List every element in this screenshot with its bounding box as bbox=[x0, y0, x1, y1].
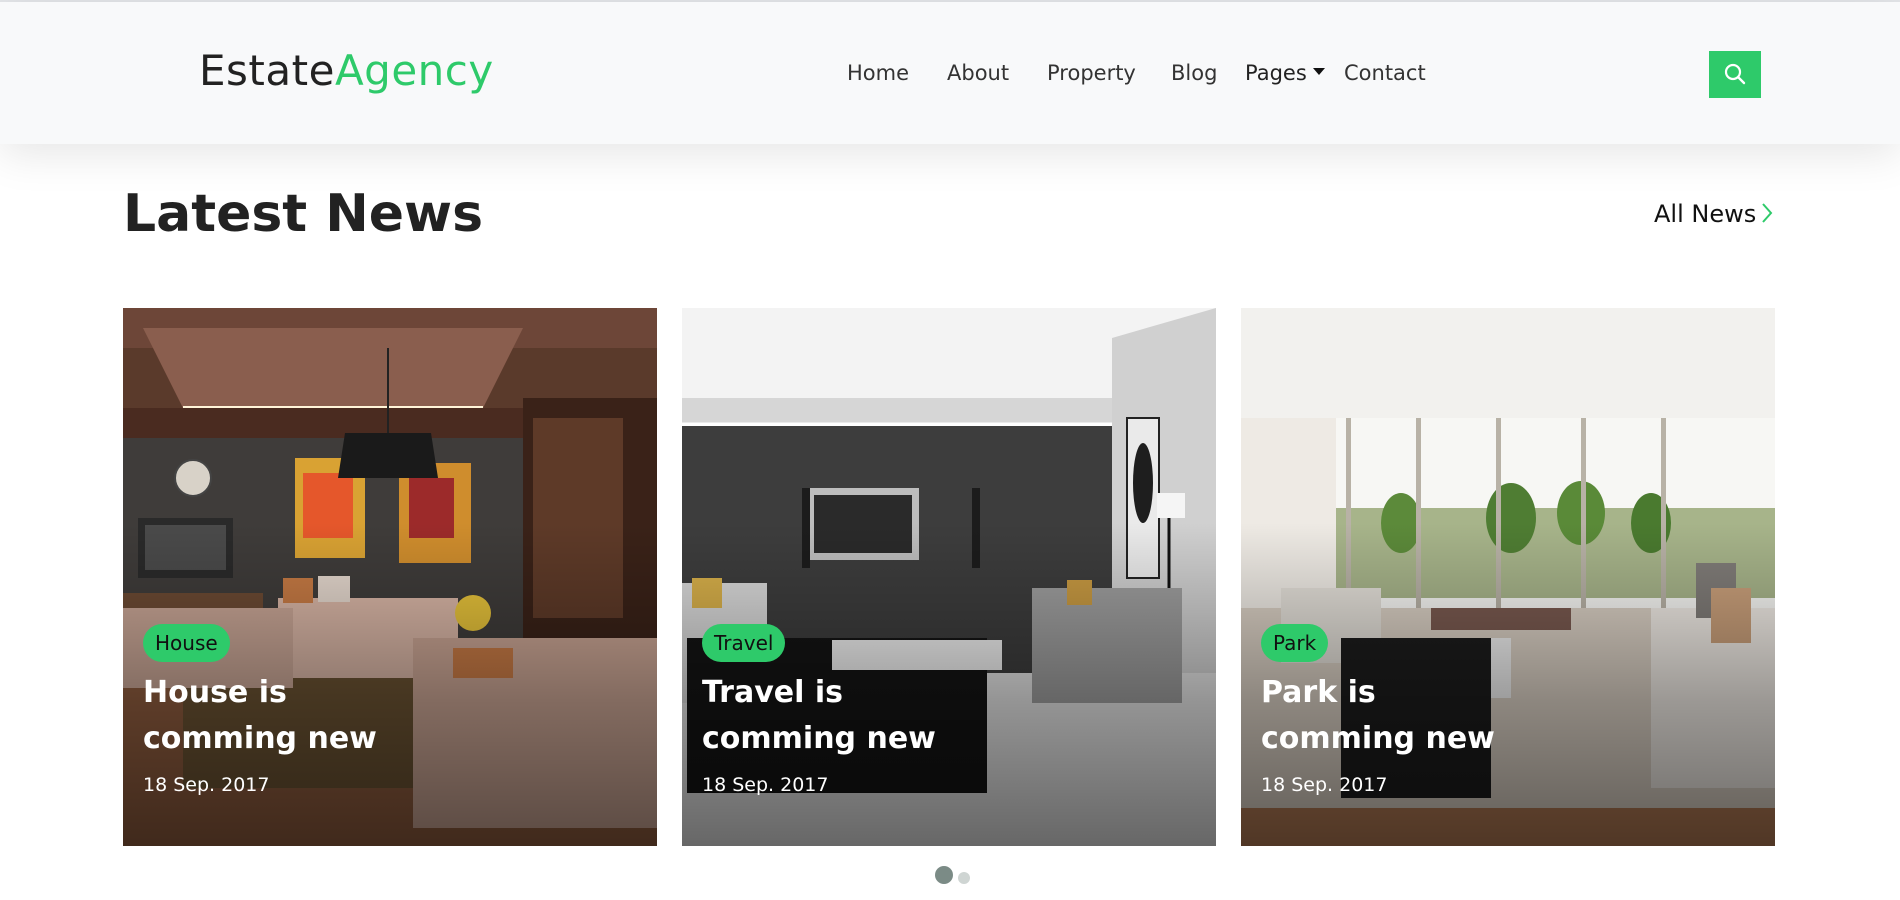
nav-item-pages[interactable]: Pages bbox=[1245, 61, 1325, 85]
card-title-line2: comming new bbox=[1261, 721, 1495, 756]
section-title: Latest News bbox=[123, 184, 484, 244]
news-card[interactable]: Travel Travel is comming new 18 Sep. 201… bbox=[682, 308, 1216, 846]
card-category-badge[interactable]: Travel bbox=[702, 624, 786, 662]
nav-item-contact[interactable]: Contact bbox=[1344, 61, 1426, 85]
brand-logo-part2: Agency bbox=[334, 46, 494, 95]
carousel-dot[interactable] bbox=[958, 872, 970, 884]
all-news-link[interactable]: All News bbox=[1654, 200, 1774, 228]
brand-logo-part1: Estate bbox=[199, 46, 335, 95]
card-category-badge[interactable]: Park bbox=[1261, 624, 1329, 662]
nav-item-property[interactable]: Property bbox=[1047, 61, 1136, 85]
search-button[interactable] bbox=[1709, 51, 1761, 98]
card-title-line2: comming new bbox=[702, 721, 936, 756]
card-title[interactable]: House is comming new bbox=[143, 670, 543, 762]
card-title-line1: Park is bbox=[1261, 675, 1376, 710]
all-news-label: All News bbox=[1654, 200, 1757, 228]
nav-item-about[interactable]: About bbox=[947, 61, 1009, 85]
card-title-line1: Travel is bbox=[702, 675, 843, 710]
nav-item-pages-label: Pages bbox=[1245, 61, 1307, 85]
chevron-right-icon bbox=[1762, 203, 1773, 223]
news-card[interactable]: Park Park is comming new 18 Sep. 2017 bbox=[1241, 308, 1775, 846]
nav-item-blog[interactable]: Blog bbox=[1171, 61, 1217, 85]
site-header: EstateAgency Home About Property Blog Pa… bbox=[0, 2, 1900, 144]
news-card[interactable]: House House is comming new 18 Sep. 2017 bbox=[123, 308, 657, 846]
card-title-line1: House is bbox=[143, 675, 287, 710]
nav-item-home[interactable]: Home bbox=[847, 61, 909, 85]
card-date: 18 Sep. 2017 bbox=[702, 774, 829, 796]
card-title[interactable]: Travel is comming new bbox=[702, 670, 1102, 762]
card-title-line2: comming new bbox=[143, 721, 377, 756]
search-icon bbox=[1724, 63, 1746, 85]
carousel-dot-active[interactable] bbox=[935, 866, 953, 884]
card-category-badge[interactable]: House bbox=[143, 624, 230, 662]
brand-logo[interactable]: EstateAgency bbox=[199, 46, 494, 95]
card-title[interactable]: Park is comming new bbox=[1261, 670, 1661, 762]
card-date: 18 Sep. 2017 bbox=[1261, 774, 1388, 796]
card-date: 18 Sep. 2017 bbox=[143, 774, 270, 796]
caret-down-icon bbox=[1312, 68, 1325, 75]
